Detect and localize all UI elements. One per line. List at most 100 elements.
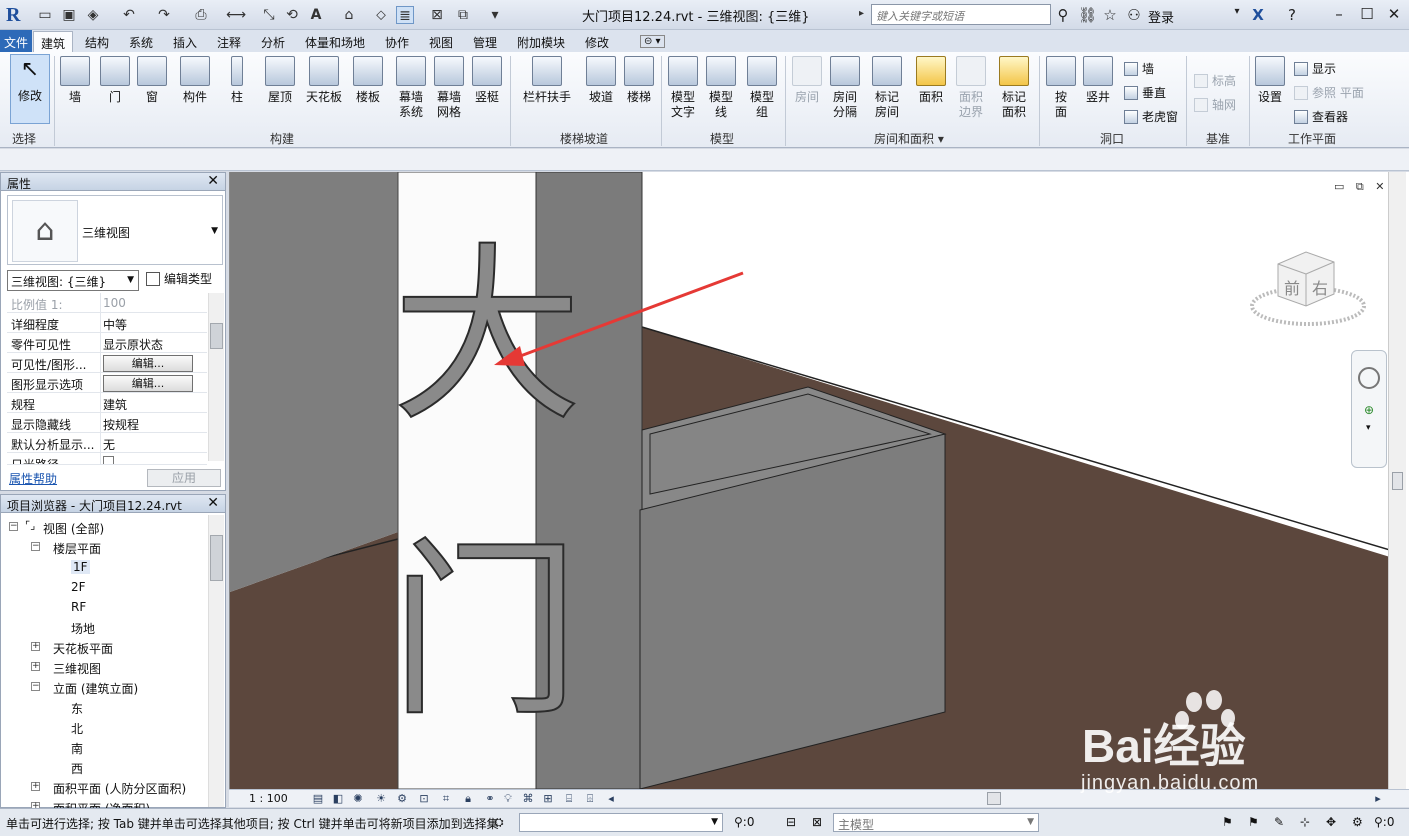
edit-type-button[interactable]: 编辑类型 xyxy=(146,270,212,287)
mullion-button[interactable]: 竖梃 xyxy=(471,56,503,105)
workset-select[interactable]: ▼ xyxy=(519,813,723,832)
view-scale[interactable]: 1 : 100 xyxy=(249,792,288,805)
type-selector[interactable]: ⌂ 三维视图 ▼ xyxy=(7,195,223,265)
browser-tree-item[interactable]: 北 xyxy=(5,717,209,737)
tab-analyze[interactable]: 分析 xyxy=(261,34,285,51)
panel-select-label[interactable]: 选择 xyxy=(12,130,36,147)
user-icon[interactable]: ⚇ xyxy=(1125,6,1143,24)
thin-lines-icon[interactable]: ≣ xyxy=(396,6,414,24)
drag-on-selection-icon[interactable]: ✥ xyxy=(1326,815,1336,829)
area-button[interactable]: 面积 xyxy=(915,56,947,105)
area-boundary-button[interactable]: 面积 边界 xyxy=(955,56,987,120)
property-row[interactable]: 日光路径 xyxy=(7,453,207,465)
ramp-button[interactable]: 坡道 xyxy=(585,56,617,105)
open-icon[interactable]: ▭ xyxy=(36,6,54,24)
property-row[interactable]: 详细程度 中等 xyxy=(7,313,207,333)
tag-area-button[interactable]: 标记 面积 xyxy=(997,56,1031,120)
wall-button[interactable]: 墙 xyxy=(60,56,90,105)
analysis-icon[interactable]: ⊞ xyxy=(541,792,555,805)
close-hidden-icon[interactable]: ⊠ xyxy=(428,6,446,24)
vertical-opening-button[interactable]: 垂直 xyxy=(1124,84,1166,101)
dormer-button[interactable]: 老虎窗 xyxy=(1124,108,1178,125)
expand-icon[interactable]: + xyxy=(31,662,40,671)
3d-scene[interactable]: 大 门 xyxy=(230,172,1390,789)
by-face-button[interactable]: 按面 xyxy=(1045,56,1077,120)
browser-tree-item[interactable]: 场地 xyxy=(5,617,209,637)
expand-icon[interactable]: + xyxy=(31,642,40,651)
undo-icon[interactable]: ↶ xyxy=(120,6,138,24)
tag-icon[interactable]: ⟲ xyxy=(283,6,301,24)
collapse-icon[interactable]: − xyxy=(9,522,18,531)
tab-collaborate[interactable]: 协作 xyxy=(385,34,409,51)
select-links-icon[interactable]: ⚑ xyxy=(1222,815,1233,829)
collapse-icon[interactable]: − xyxy=(31,542,40,551)
scroll-right-icon[interactable]: ▸ xyxy=(1371,792,1385,805)
room-separator-button[interactable]: 房间 分隔 xyxy=(829,56,861,120)
expand-icon[interactable]: + xyxy=(31,782,40,791)
wall-opening-button[interactable]: 墙 xyxy=(1124,60,1154,77)
browser-tree-item[interactable]: 2F xyxy=(5,577,209,597)
visual-style-icon[interactable]: ◧ xyxy=(331,792,345,805)
scroll-left-icon[interactable]: ◂ xyxy=(604,792,618,805)
show-workplane-button[interactable]: 显示 xyxy=(1294,60,1336,77)
close-browser-icon[interactable]: ✕ xyxy=(207,495,219,511)
shadows-icon[interactable]: ☀ xyxy=(374,792,388,805)
property-row[interactable]: 可见性/图形... 编辑... xyxy=(7,353,207,373)
view-vertical-scrollbar[interactable] xyxy=(1388,172,1406,789)
expand-arrow-icon[interactable]: ▸ xyxy=(859,8,864,19)
sun-path-icon[interactable]: ✺ xyxy=(351,792,365,805)
property-row[interactable]: 显示隐藏线 按规程 xyxy=(7,413,207,433)
tab-addins[interactable]: 附加模块 xyxy=(517,34,565,51)
revit-logo-icon[interactable]: R xyxy=(6,4,26,26)
ceiling-button[interactable]: 天花板 xyxy=(303,56,345,105)
tab-insert[interactable]: 插入 xyxy=(173,34,197,51)
room-button[interactable]: 房间 xyxy=(791,56,823,105)
search-input[interactable]: 键入关键字或短语 xyxy=(871,4,1051,25)
property-row[interactable]: 零件可见性 显示原状态 xyxy=(7,333,207,353)
tab-file[interactable]: 文件 xyxy=(0,30,32,52)
select-pinned-icon[interactable]: ✎ xyxy=(1274,815,1284,829)
text-icon[interactable]: A xyxy=(307,6,325,24)
floor-button[interactable]: 楼板 xyxy=(352,56,384,105)
horizontal-scroll-thumb[interactable] xyxy=(987,792,1001,805)
ref-plane-button[interactable]: 参照 平面 xyxy=(1294,84,1364,101)
browser-tree-item[interactable]: + 三维视图 xyxy=(5,657,209,677)
highlight-icon[interactable]: ⌸ xyxy=(562,792,576,805)
property-row[interactable]: 规程 建筑 xyxy=(7,393,207,413)
visibility-graphics-edit-button[interactable]: 编辑... xyxy=(103,355,193,372)
select-underlay-icon[interactable]: ⚑ xyxy=(1248,815,1259,829)
curtain-grid-button[interactable]: 幕墙 网格 xyxy=(433,56,465,120)
hide-isolate-icon[interactable]: ⚭ xyxy=(483,792,497,805)
component-button[interactable]: 构件 xyxy=(179,56,211,105)
login-dropdown-icon[interactable]: ▾ xyxy=(1228,6,1246,17)
collapse-icon[interactable]: − xyxy=(31,682,40,691)
viewer-button[interactable]: 查看器 xyxy=(1294,108,1348,125)
tab-structure[interactable]: 结构 xyxy=(85,34,109,51)
customize-qa-icon[interactable]: ▾ xyxy=(486,6,504,24)
viewcube[interactable]: 前 右 xyxy=(1248,244,1368,334)
panel-room-area-label[interactable]: 房间和面积 ▾ xyxy=(874,130,944,147)
close-button[interactable]: ✕ xyxy=(1381,3,1407,25)
design-option-select[interactable]: 主模型 ▼ xyxy=(833,813,1039,832)
close-properties-icon[interactable]: ✕ xyxy=(207,173,219,189)
set-workplane-button[interactable]: 设置 xyxy=(1254,56,1286,105)
measure-icon[interactable]: ⟷ xyxy=(226,6,246,24)
tab-modify[interactable]: 修改 xyxy=(585,34,609,51)
favorites-star-icon[interactable]: ☆ xyxy=(1101,6,1119,24)
curtain-system-button[interactable]: 幕墙 系统 xyxy=(395,56,427,120)
login-link[interactable]: 登录 xyxy=(1148,7,1174,26)
worksets-icon[interactable]: ⛭ xyxy=(494,815,504,830)
filter-icon[interactable]: ⚲:0 xyxy=(734,815,754,829)
shaft-button[interactable]: 竖井 xyxy=(1082,56,1114,105)
switch-windows-icon[interactable]: ⧉ xyxy=(454,6,472,24)
property-row[interactable]: 默认分析显示... 无 xyxy=(7,433,207,453)
project-browser-header[interactable]: 项目浏览器 - 大门项目12.24.rvt ✕ xyxy=(1,495,225,513)
modify-button[interactable]: ↖ 修改 xyxy=(10,54,50,124)
model-line-button[interactable]: 模型线 xyxy=(705,56,737,120)
properties-scrollbar[interactable] xyxy=(208,293,224,461)
properties-help-link[interactable]: 属性帮助 xyxy=(9,470,57,487)
subscription-icon[interactable]: ⛓ xyxy=(1078,6,1097,24)
browser-tree-item[interactable]: 南 xyxy=(5,737,209,757)
browser-tree-item[interactable]: 东 xyxy=(5,697,209,717)
grid-button[interactable]: 轴网 xyxy=(1194,96,1236,113)
